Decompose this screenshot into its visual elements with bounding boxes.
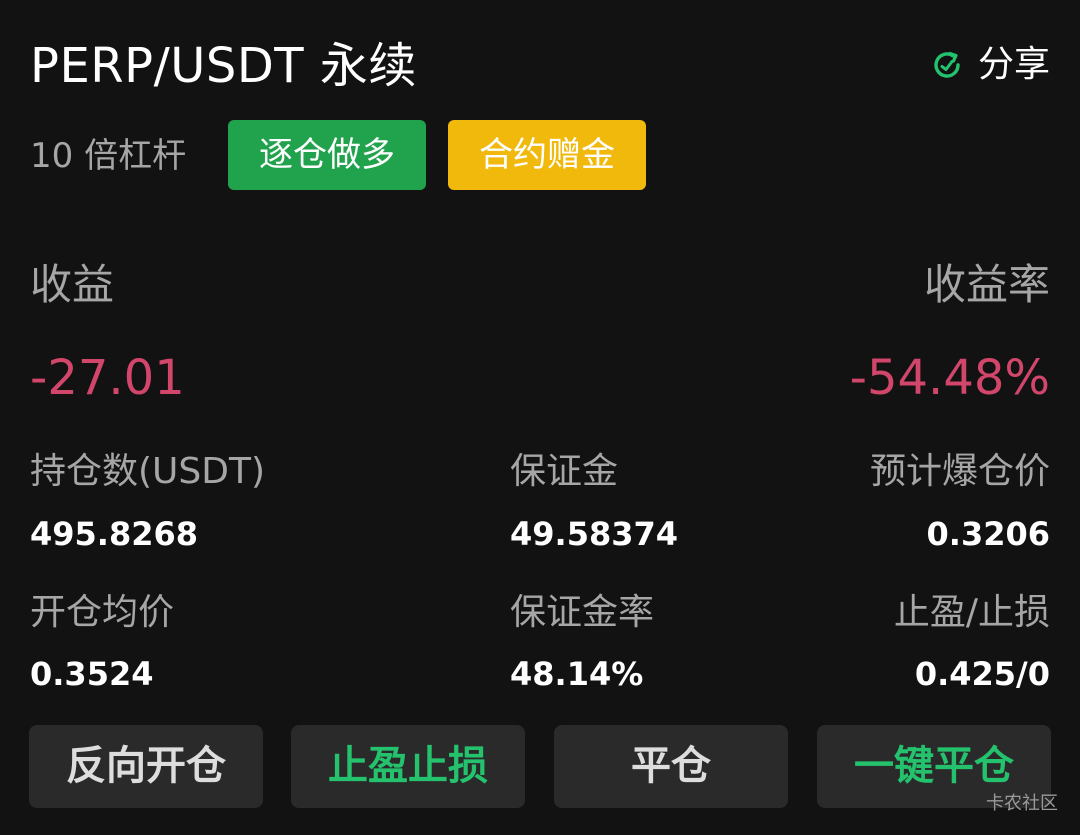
entry-price-label: 开仓均价 (30, 592, 175, 633)
liquidation-price-value: 0.3206 (926, 515, 1050, 553)
margin-label: 保证金 (510, 451, 619, 492)
profit-rate-value: -54.48% (849, 350, 1050, 406)
tp-sl-value: 0.425/0 (914, 655, 1050, 693)
close-position-button[interactable]: 平仓 (554, 725, 788, 808)
reverse-position-button[interactable]: 反向开仓 (29, 725, 263, 808)
share-label: 分享 (977, 44, 1050, 85)
tp-sl-button[interactable]: 止盈止损 (291, 725, 525, 808)
share-button[interactable]: 分享 (930, 40, 1050, 90)
position-title: PERP/USDT 永续 (30, 38, 417, 94)
share-icon (934, 51, 960, 78)
tp-sl-label: 止盈/止损 (893, 592, 1050, 633)
position-size-value: 495.8268 (30, 515, 199, 553)
margin-ratio-value: 48.14% (510, 655, 644, 693)
watermark: 卡农社区 (986, 793, 1058, 814)
entry-price-value: 0.3524 (30, 655, 154, 693)
profit-rate-label: 收益率 (923, 260, 1050, 309)
leverage-label: 10 倍杠杆 (30, 136, 187, 176)
margin-value: 49.58374 (510, 515, 679, 553)
bonus-badge: 合约赠金 (448, 120, 646, 190)
margin-ratio-label: 保证金率 (510, 592, 655, 633)
liquidation-price-label: 预计爆仓价 (869, 451, 1050, 492)
position-size-label: 持仓数(USDT) (30, 451, 266, 492)
profit-label: 收益 (30, 260, 115, 309)
margin-mode-badge: 逐仓做多 (228, 120, 426, 190)
profit-value: -27.01 (30, 350, 185, 406)
